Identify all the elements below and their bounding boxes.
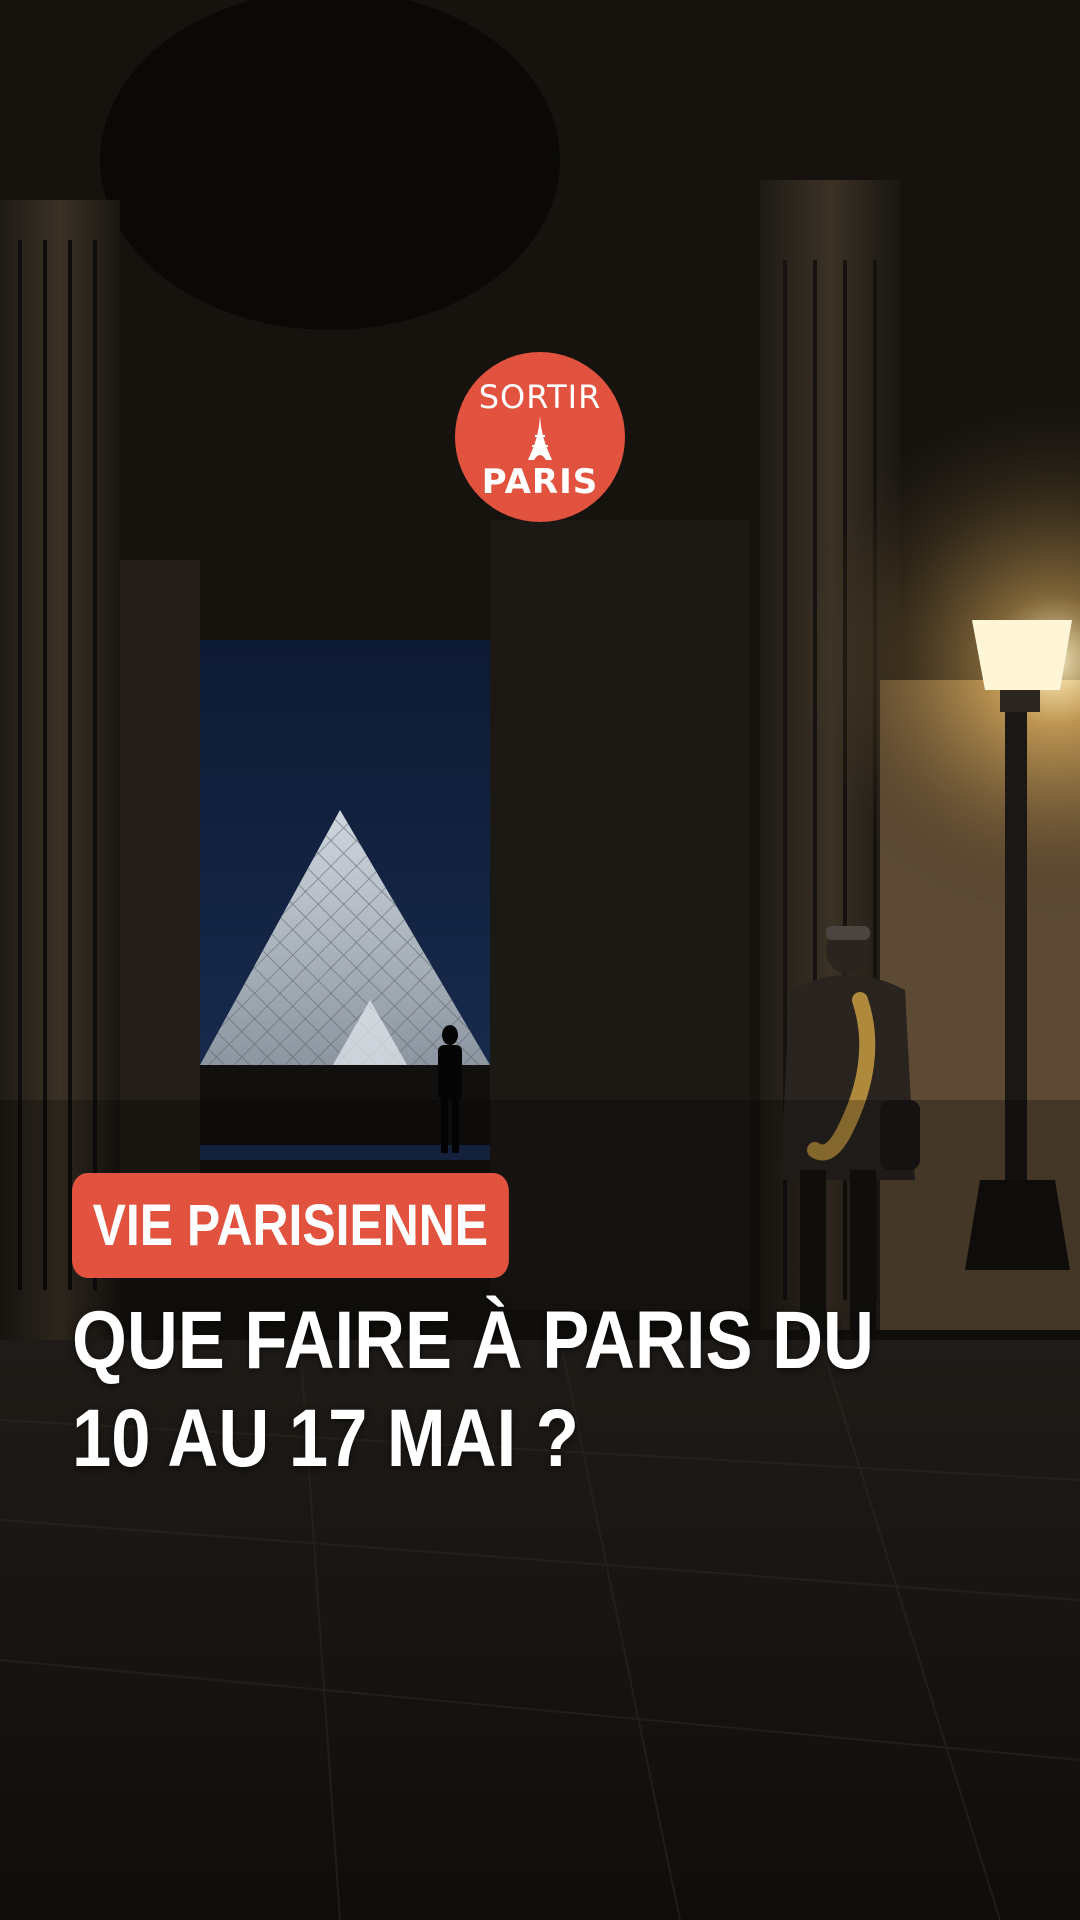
story-screen: SORTIR PARIS VIE PARISIENNE QUE FAIRE À … xyxy=(0,0,1080,1920)
eiffel-tower-icon xyxy=(528,416,552,460)
sortir-paris-logo: SORTIR PARIS xyxy=(455,352,625,522)
category-badge: VIE PARISIENNE xyxy=(72,1173,509,1278)
louvre-night-photo xyxy=(0,0,1080,1920)
logo-text-paris: PARIS xyxy=(481,462,599,502)
headline-title: QUE FAIRE À PARIS DU 10 AU 17 MAI ? xyxy=(72,1292,874,1489)
logo-text-sortir: SORTIR xyxy=(478,378,602,416)
headline-line-2: 10 AU 17 MAI ? xyxy=(72,1393,579,1485)
headline-line-1: QUE FAIRE À PARIS DU xyxy=(72,1295,874,1386)
